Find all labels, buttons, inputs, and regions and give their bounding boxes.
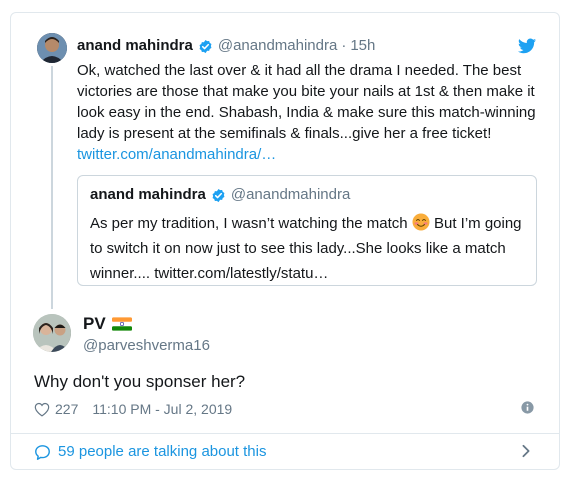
reply-author-handle[interactable]: @parveshverma16: [83, 336, 210, 356]
reply-tweet-meta: 227 11:10 PM - Jul 2, 2019: [34, 400, 232, 418]
reply-author-name-row: PV: [83, 314, 132, 334]
parent-author-handle[interactable]: @anandmahindra: [218, 36, 337, 56]
quoted-tweet-header: anand mahindra @anandmahindra: [90, 185, 350, 205]
header-separator: ·: [341, 37, 347, 54]
thread-connector-line: [51, 66, 53, 309]
reply-author-name[interactable]: PV: [83, 314, 106, 334]
reply-timestamp[interactable]: 11:10 PM - Jul 2, 2019: [92, 400, 232, 418]
parent-tweet-link[interactable]: twitter.com/anandmahindra/…: [77, 146, 276, 163]
footer-divider: [10, 433, 560, 434]
india-flag-icon: [111, 317, 132, 331]
speech-bubble-icon: [35, 444, 50, 460]
smiling-emoji-icon: [412, 213, 430, 231]
quoted-author-handle: @anandmahindra: [230, 186, 351, 203]
verified-badge-icon: [212, 188, 225, 202]
reply-tweet-text: Why don't you sponser her?: [34, 372, 246, 391]
info-icon[interactable]: [521, 401, 534, 414]
parent-author-avatar[interactable]: [37, 33, 67, 63]
heart-icon[interactable]: [34, 402, 50, 417]
parent-tweet-body: Ok, watched the last over & it had all t…: [77, 62, 536, 142]
like-count[interactable]: 227: [55, 400, 78, 418]
talking-count-text[interactable]: 59 people are talking about this: [58, 442, 266, 462]
conversation-link[interactable]: 59 people are talking about this: [34, 442, 266, 462]
quoted-author-name: anand mahindra: [90, 186, 206, 203]
quoted-tweet-text: As per my tradition, I wasn’t watching t…: [90, 211, 526, 286]
verified-badge-icon: [199, 39, 212, 53]
quoted-tweet-card[interactable]: anand mahindra @anandmahindra As per my …: [77, 175, 537, 286]
quoted-text-part-1: As per my tradition, I wasn’t watching t…: [90, 215, 412, 232]
reply-author-avatar[interactable]: [33, 314, 71, 352]
twitter-bird-icon[interactable]: [518, 38, 536, 54]
parent-tweet-time[interactable]: 15h: [350, 36, 375, 56]
chevron-right-icon[interactable]: [521, 444, 531, 458]
parent-tweet-text: Ok, watched the last over & it had all t…: [77, 60, 539, 165]
parent-author-name[interactable]: anand mahindra: [77, 36, 193, 56]
parent-tweet-header: anand mahindra @anandmahindra · 15h: [77, 36, 375, 56]
